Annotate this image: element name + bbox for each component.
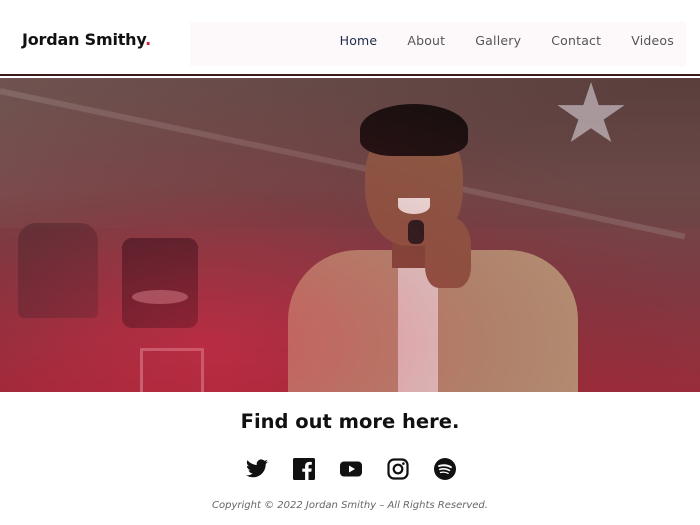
logo-text: Jordan Smithy [22,30,146,49]
nav-item-home[interactable]: Home [340,33,378,48]
twitter-icon [246,459,268,478]
hero-red-tint [0,78,700,392]
facebook-link[interactable] [291,456,317,482]
spotify-icon [434,458,456,480]
nav-item-about[interactable]: About [407,33,445,48]
find-more-heading: Find out more here. [240,410,460,433]
instagram-icon [387,458,409,480]
spotify-link[interactable] [432,456,458,482]
copyright-text: Copyright © 2022 Jordan Smithy – All Rig… [212,500,488,511]
facebook-icon [293,458,315,480]
social-links [244,456,458,482]
nav-item-contact[interactable]: Contact [551,33,601,48]
hero-image [0,78,700,392]
site-header: Jordan Smithy. Home About Gallery Contac… [0,0,700,76]
nav-item-gallery[interactable]: Gallery [475,33,521,48]
main-nav: Home About Gallery Contact Videos [310,33,674,48]
youtube-link[interactable] [338,456,364,482]
logo-dot: . [145,30,152,49]
twitter-link[interactable] [244,456,270,482]
nav-item-videos[interactable]: Videos [631,33,674,48]
instagram-link[interactable] [385,456,411,482]
site-logo[interactable]: Jordan Smithy. [22,30,151,49]
youtube-icon [340,461,362,477]
